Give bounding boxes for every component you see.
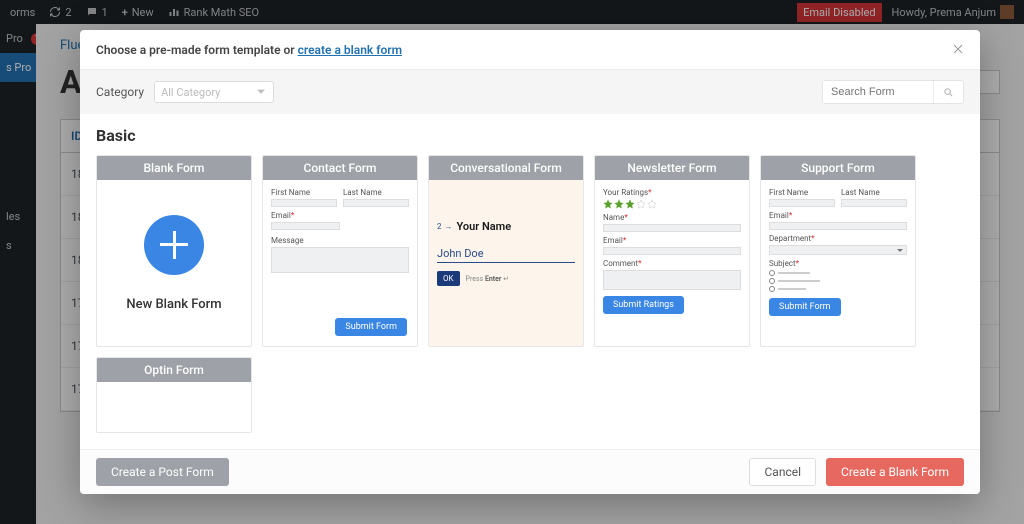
mini-input (769, 199, 835, 207)
star-icon (603, 199, 613, 209)
conv-question: Your Name (457, 220, 512, 233)
card-title: Conversational Form (429, 156, 583, 180)
template-modal: Choose a pre-made form template or creat… (80, 30, 980, 494)
lbl-email: Email (769, 211, 789, 220)
cancel-button[interactable]: Cancel (749, 458, 816, 486)
star-icon (636, 199, 646, 209)
card-title: Newsletter Form (595, 156, 749, 180)
category-label: Category (96, 85, 144, 99)
star-icon (614, 199, 624, 209)
section-title-basic: Basic (96, 126, 964, 145)
lbl-email: Email (271, 211, 291, 220)
modal-header: Choose a pre-made form template or creat… (80, 30, 980, 70)
search-button[interactable] (933, 81, 963, 103)
conv-value: John Doe (437, 247, 575, 263)
mini-input (841, 199, 907, 207)
create-blank-form-button[interactable]: Create a Blank Form (826, 458, 964, 486)
lbl-comment: Comment (603, 259, 638, 268)
template-card-blank[interactable]: Blank Form New Blank Form (96, 155, 252, 347)
lbl-first-name: First Name (769, 188, 835, 197)
mini-radio (769, 286, 907, 292)
search-input[interactable] (823, 81, 933, 103)
search-icon (943, 87, 954, 98)
template-card-contact[interactable]: Contact Form First Name Last Name Email*… (262, 155, 418, 347)
modal-toolbar: Category All Category (80, 70, 980, 114)
lbl-department: Department (769, 234, 811, 243)
mini-input (603, 224, 741, 232)
template-search (822, 80, 964, 104)
create-post-form-button[interactable]: Create a Post Form (96, 458, 229, 486)
category-placeholder: All Category (161, 86, 220, 99)
mini-input (603, 247, 741, 255)
conv-step: 2 → (437, 222, 453, 231)
enter-hint: Press Enter ↵ (466, 275, 510, 283)
mini-select (769, 245, 907, 255)
modal-close-button[interactable] (952, 40, 964, 59)
card-title: Support Form (761, 156, 915, 180)
submit-button: Submit Ratings (603, 296, 684, 314)
modal-title-pre: Choose a pre-made form template or (96, 43, 298, 57)
modal-body: Basic Blank Form New Blank Form Contact … (80, 114, 980, 449)
lbl-name: Name (603, 213, 624, 222)
create-blank-link[interactable]: create a blank form (298, 43, 402, 57)
card-title: Optin Form (97, 358, 251, 382)
ok-button: OK (437, 271, 460, 286)
mini-radio (769, 278, 907, 284)
star-rating (603, 199, 741, 209)
plus-circle-icon (144, 215, 204, 275)
modal-footer: Create a Post Form Cancel Create a Blank… (80, 449, 980, 494)
card-title: Blank Form (97, 156, 251, 180)
mini-input (271, 222, 340, 230)
mini-textarea (603, 270, 741, 290)
mini-input (271, 199, 337, 207)
template-card-newsletter[interactable]: Newsletter Form Your Ratings* Name* Emai… (594, 155, 750, 347)
lbl-email: Email (603, 236, 623, 245)
lbl-last-name: Last Name (841, 188, 907, 197)
template-card-optin[interactable]: Optin Form (96, 357, 252, 433)
mini-input (769, 222, 907, 230)
card-title: Contact Form (263, 156, 417, 180)
close-icon (952, 43, 964, 55)
star-icon (647, 199, 657, 209)
template-card-conversational[interactable]: Conversational Form 2 → Your Name John D… (428, 155, 584, 347)
mini-input (343, 199, 409, 207)
lbl-first-name: First Name (271, 188, 337, 197)
lbl-ratings: Your Ratings (603, 188, 648, 197)
star-icon (625, 199, 635, 209)
blank-form-label: New Blank Form (126, 297, 221, 312)
lbl-message: Message (271, 236, 409, 245)
lbl-subject: Subject (769, 259, 796, 268)
template-card-support[interactable]: Support Form First Name Last Name Email*… (760, 155, 916, 347)
mini-textarea (271, 247, 409, 273)
submit-button: Submit Form (335, 318, 407, 336)
lbl-last-name: Last Name (343, 188, 409, 197)
mini-radio (769, 270, 907, 276)
arrow-right-icon: → (445, 222, 453, 231)
submit-button: Submit Form (769, 298, 841, 316)
category-select[interactable]: All Category (154, 81, 274, 103)
